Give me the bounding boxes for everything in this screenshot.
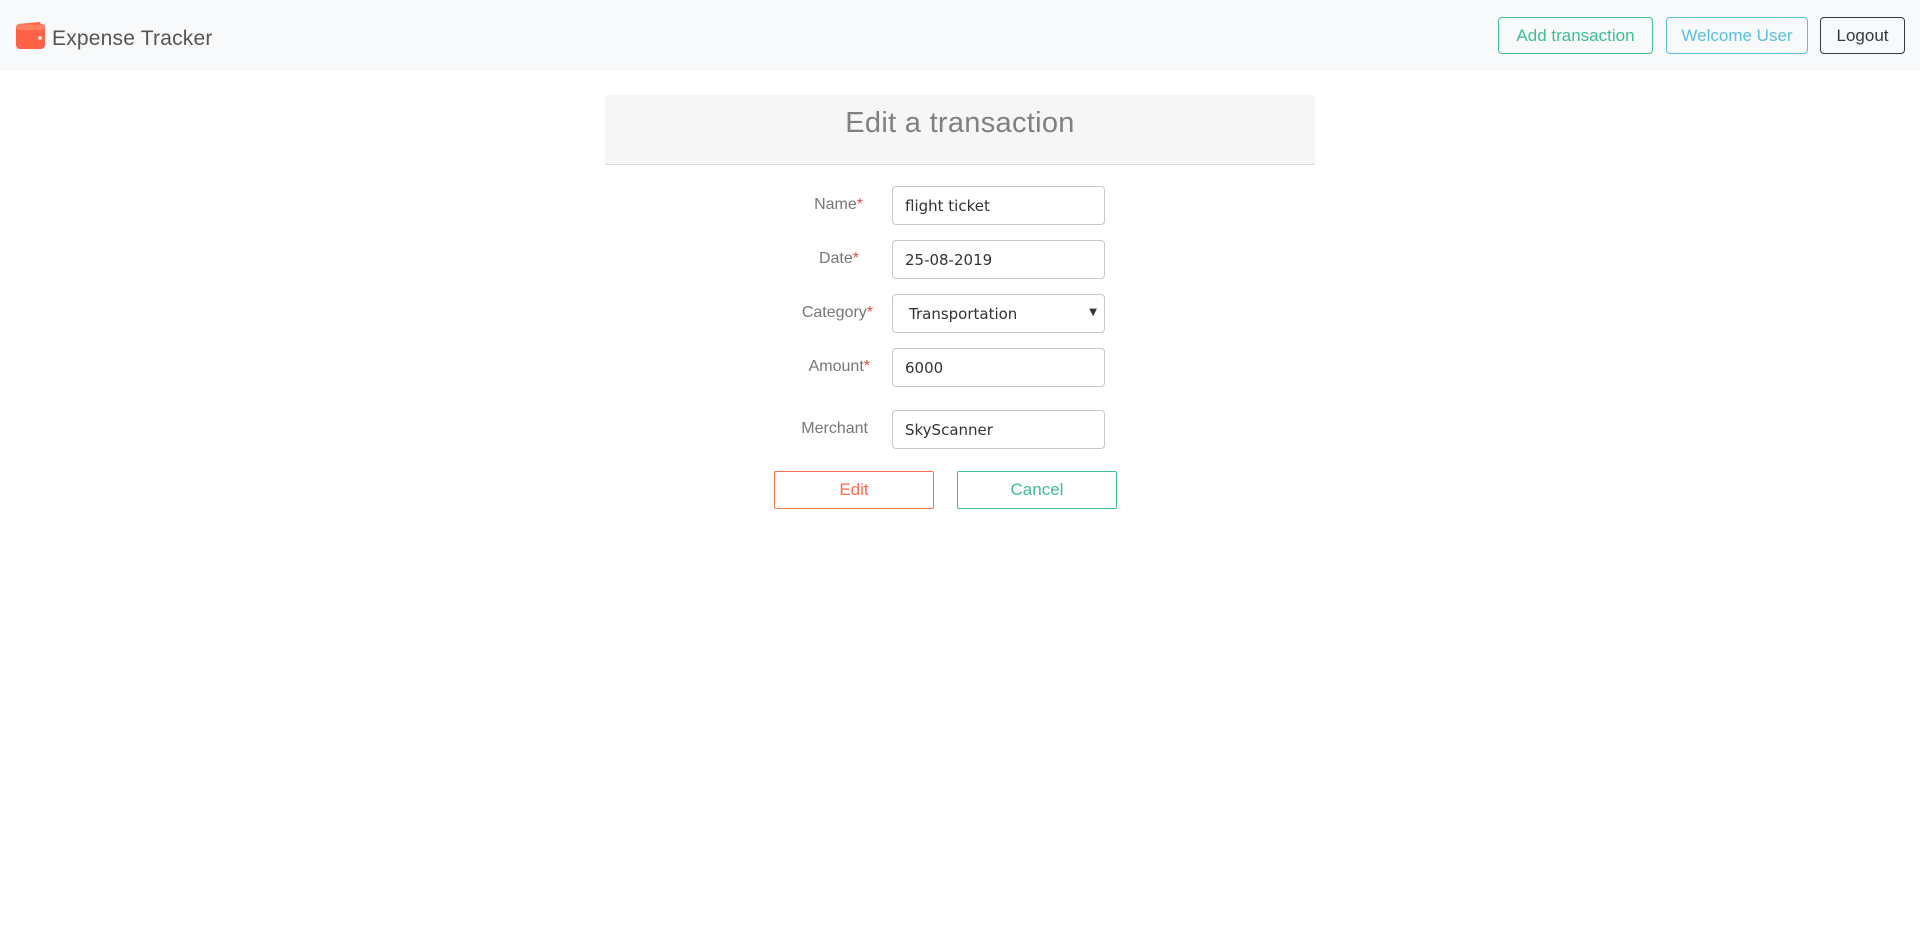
date-label-text: Date <box>818 250 853 267</box>
caret-down-icon: ▼ <box>1089 307 1097 318</box>
cancel-button[interactable]: Cancel <box>957 471 1117 509</box>
date-input[interactable] <box>892 240 1105 279</box>
wallet-icon <box>15 21 46 50</box>
name-label-text: Name <box>814 196 857 213</box>
category-selected-value: Transportation <box>909 304 1018 323</box>
amount-label-text: Amount <box>808 358 864 375</box>
name-label: Name* <box>814 195 863 215</box>
category-label-text: Category <box>801 304 867 321</box>
add-transaction-button[interactable]: Add transaction <box>1498 17 1653 54</box>
category-label: Category* <box>802 303 873 323</box>
category-select[interactable]: Transportation ▼ <box>892 294 1105 333</box>
brand[interactable]: Expense Tracker <box>15 21 213 55</box>
amount-input[interactable] <box>892 348 1105 387</box>
name-input[interactable] <box>892 186 1105 225</box>
top-navbar: Expense Tracker Add transaction Welcome … <box>0 0 1920 71</box>
edit-button[interactable]: Edit <box>774 471 934 509</box>
amount-label: Amount* <box>809 357 870 377</box>
date-label: Date* <box>819 249 859 269</box>
merchant-label: Merchant <box>801 419 868 439</box>
required-marker: * <box>863 358 870 375</box>
page-title: Edit a transaction <box>845 107 1075 139</box>
brand-name: Expense Tracker <box>52 27 213 50</box>
form-header: Edit a transaction <box>605 95 1315 165</box>
required-marker: * <box>866 304 873 321</box>
merchant-label-text: Merchant <box>801 420 868 437</box>
logout-button[interactable]: Logout <box>1820 17 1905 54</box>
merchant-input[interactable] <box>892 410 1105 449</box>
welcome-user-button[interactable]: Welcome User <box>1666 17 1808 54</box>
required-marker: * <box>856 196 863 213</box>
required-marker: * <box>852 250 859 267</box>
